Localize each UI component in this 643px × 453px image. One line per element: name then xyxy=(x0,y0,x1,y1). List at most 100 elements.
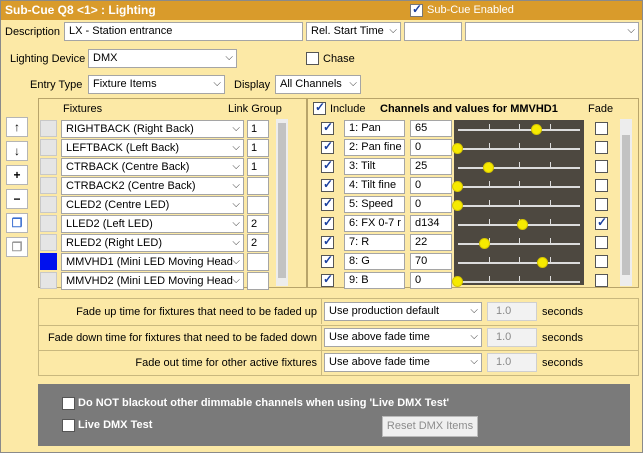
fixture-color-swatch[interactable] xyxy=(40,139,57,156)
link-group-field[interactable] xyxy=(247,253,269,271)
channel-fade-checkbox[interactable] xyxy=(595,255,608,268)
channel-fade-checkbox[interactable] xyxy=(595,215,608,230)
channel-scrollbar[interactable] xyxy=(620,119,632,286)
channel-slider-knob[interactable] xyxy=(479,238,490,249)
channel-include-checkbox[interactable] xyxy=(321,139,334,154)
channel-slider-track[interactable] xyxy=(458,262,580,264)
fixture-color-swatch[interactable] xyxy=(40,120,57,137)
start-time-select[interactable]: Rel. Start Time ⌵ xyxy=(306,22,401,41)
fixture-color-swatch[interactable] xyxy=(40,158,57,175)
copy-button[interactable]: ❐ xyxy=(6,213,28,233)
channel-fade-checkbox[interactable] xyxy=(595,160,608,173)
fade-mode-select[interactable]: Use production default ⌵ xyxy=(324,302,482,321)
fixture-select[interactable]: CTRBACK2 (Centre Back) ⌵ xyxy=(61,177,244,195)
lighting-device-select[interactable]: DMX ⌵ xyxy=(88,49,237,68)
fixture-select[interactable]: CLED2 (Centre LED) ⌵ xyxy=(61,196,244,214)
channel-slider-track[interactable] xyxy=(458,167,580,169)
fixture-color-swatch[interactable] xyxy=(40,272,57,289)
fade-mode-select[interactable]: Use above fade time ⌵ xyxy=(324,328,482,347)
fade-time-field[interactable]: 1.0 xyxy=(487,353,537,372)
live-dmx-test-checkbox[interactable] xyxy=(62,419,75,432)
fade-time-field[interactable]: 1.0 xyxy=(487,302,537,321)
fixture-select[interactable]: LEFTBACK (Left Back) ⌵ xyxy=(61,139,244,157)
move-up-button[interactable]: ↑ xyxy=(6,117,28,137)
channel-slider-track[interactable] xyxy=(458,148,580,150)
remove-button[interactable]: − xyxy=(6,189,28,209)
channel-include-checkbox[interactable] xyxy=(321,272,334,287)
channel-fade-checkbox[interactable] xyxy=(595,274,608,287)
channel-value-field[interactable]: 25 xyxy=(410,158,452,175)
link-group-field[interactable]: 1 xyxy=(247,139,269,157)
channel-fade-checkbox[interactable] xyxy=(595,236,608,249)
channel-fade-checkbox[interactable] xyxy=(595,198,608,211)
description-field[interactable]: LX - Station entrance xyxy=(64,22,303,41)
channel-slider-knob[interactable] xyxy=(483,162,494,173)
link-group-field[interactable] xyxy=(247,272,269,290)
display-select[interactable]: All Channels ⌵ xyxy=(275,75,361,94)
fixture-select[interactable]: MMVHD1 (Mini LED Moving Head ⌵ xyxy=(61,253,244,271)
channel-value-field[interactable]: 0 xyxy=(410,177,452,194)
channel-value-field[interactable]: 0 xyxy=(410,272,452,289)
fixture-color-swatch[interactable] xyxy=(40,253,57,270)
channel-slider-track[interactable] xyxy=(458,281,580,283)
channel-fade-checkbox[interactable] xyxy=(595,179,608,192)
move-down-button[interactable]: ↓ xyxy=(6,141,28,161)
channel-fade-checkbox[interactable] xyxy=(595,122,608,135)
fixture-color-swatch[interactable] xyxy=(40,177,57,194)
channel-slider-knob[interactable] xyxy=(537,257,548,268)
fixture-color-swatch[interactable] xyxy=(40,234,57,251)
channel-include-checkbox[interactable] xyxy=(321,177,334,192)
no-blackout-checkbox[interactable] xyxy=(62,397,75,410)
channel-slider-knob[interactable] xyxy=(452,200,463,211)
channel-slider-knob[interactable] xyxy=(517,219,528,230)
channel-value-field[interactable]: 70 xyxy=(410,253,452,270)
channel-value-field[interactable]: d134 xyxy=(410,215,452,232)
channel-fade-checkbox[interactable] xyxy=(595,141,608,154)
start-time-extra-select[interactable]: ⌵ xyxy=(465,22,639,41)
fixture-scrollbar[interactable] xyxy=(276,119,288,286)
channel-slider-knob[interactable] xyxy=(452,276,463,287)
channel-include-checkbox[interactable] xyxy=(321,196,334,211)
fade-time-field[interactable]: 1.0 xyxy=(487,328,537,347)
channel-slider-track[interactable] xyxy=(458,205,580,207)
channel-value-field[interactable]: 0 xyxy=(410,196,452,213)
channel-slider-knob[interactable] xyxy=(452,143,463,154)
link-group-field[interactable] xyxy=(247,177,269,195)
channel-slider-knob[interactable] xyxy=(452,181,463,192)
channel-slider-knob[interactable] xyxy=(531,124,542,135)
channel-include-checkbox[interactable] xyxy=(321,158,334,173)
channel-value-field[interactable]: 22 xyxy=(410,234,452,251)
channel-include-checkbox[interactable] xyxy=(321,120,334,135)
channel-slider-track[interactable] xyxy=(458,186,580,188)
link-group-field[interactable]: 1 xyxy=(247,158,269,176)
fade-mode-select[interactable]: Use above fade time ⌵ xyxy=(324,353,482,372)
sub-cue-enabled-checkbox[interactable] xyxy=(410,2,423,17)
channel-value-field[interactable]: 65 xyxy=(410,120,452,137)
channel-slider-track[interactable] xyxy=(458,243,580,245)
chase-checkbox[interactable] xyxy=(306,52,319,65)
fixture-select[interactable]: RIGHTBACK (Right Back) ⌵ xyxy=(61,120,244,138)
add-button[interactable]: + xyxy=(6,165,28,185)
reset-dmx-items-button[interactable]: Reset DMX Items xyxy=(382,416,478,437)
fixture-select[interactable]: RLED2 (Right LED) ⌵ xyxy=(61,234,244,252)
include-checkbox[interactable] xyxy=(313,100,326,115)
link-group-field[interactable]: 2 xyxy=(247,215,269,233)
channel-include-checkbox[interactable] xyxy=(321,215,334,230)
fixture-select[interactable]: LLED2 (Left LED) ⌵ xyxy=(61,215,244,233)
fixture-scrollbar-thumb[interactable] xyxy=(278,123,286,278)
link-group-field[interactable]: 1 xyxy=(247,120,269,138)
entry-type-select[interactable]: Fixture Items ⌵ xyxy=(88,75,225,94)
fixture-color-swatch[interactable] xyxy=(40,215,57,232)
channel-include-checkbox[interactable] xyxy=(321,234,334,249)
start-time-field[interactable] xyxy=(404,22,462,41)
link-group-field[interactable] xyxy=(247,196,269,214)
channel-value-field[interactable]: 0 xyxy=(410,139,452,156)
paste-button[interactable]: ❐ xyxy=(6,237,28,257)
fixture-select[interactable]: CTRBACK (Centre Back) ⌵ xyxy=(61,158,244,176)
channel-include-checkbox[interactable] xyxy=(321,253,334,268)
channel-slider-track[interactable] xyxy=(458,129,580,131)
link-group-field[interactable]: 2 xyxy=(247,234,269,252)
channel-scrollbar-thumb[interactable] xyxy=(622,135,630,275)
fixture-color-swatch[interactable] xyxy=(40,196,57,213)
fixture-select[interactable]: MMVHD2 (Mini LED Moving Head ⌵ xyxy=(61,272,244,290)
